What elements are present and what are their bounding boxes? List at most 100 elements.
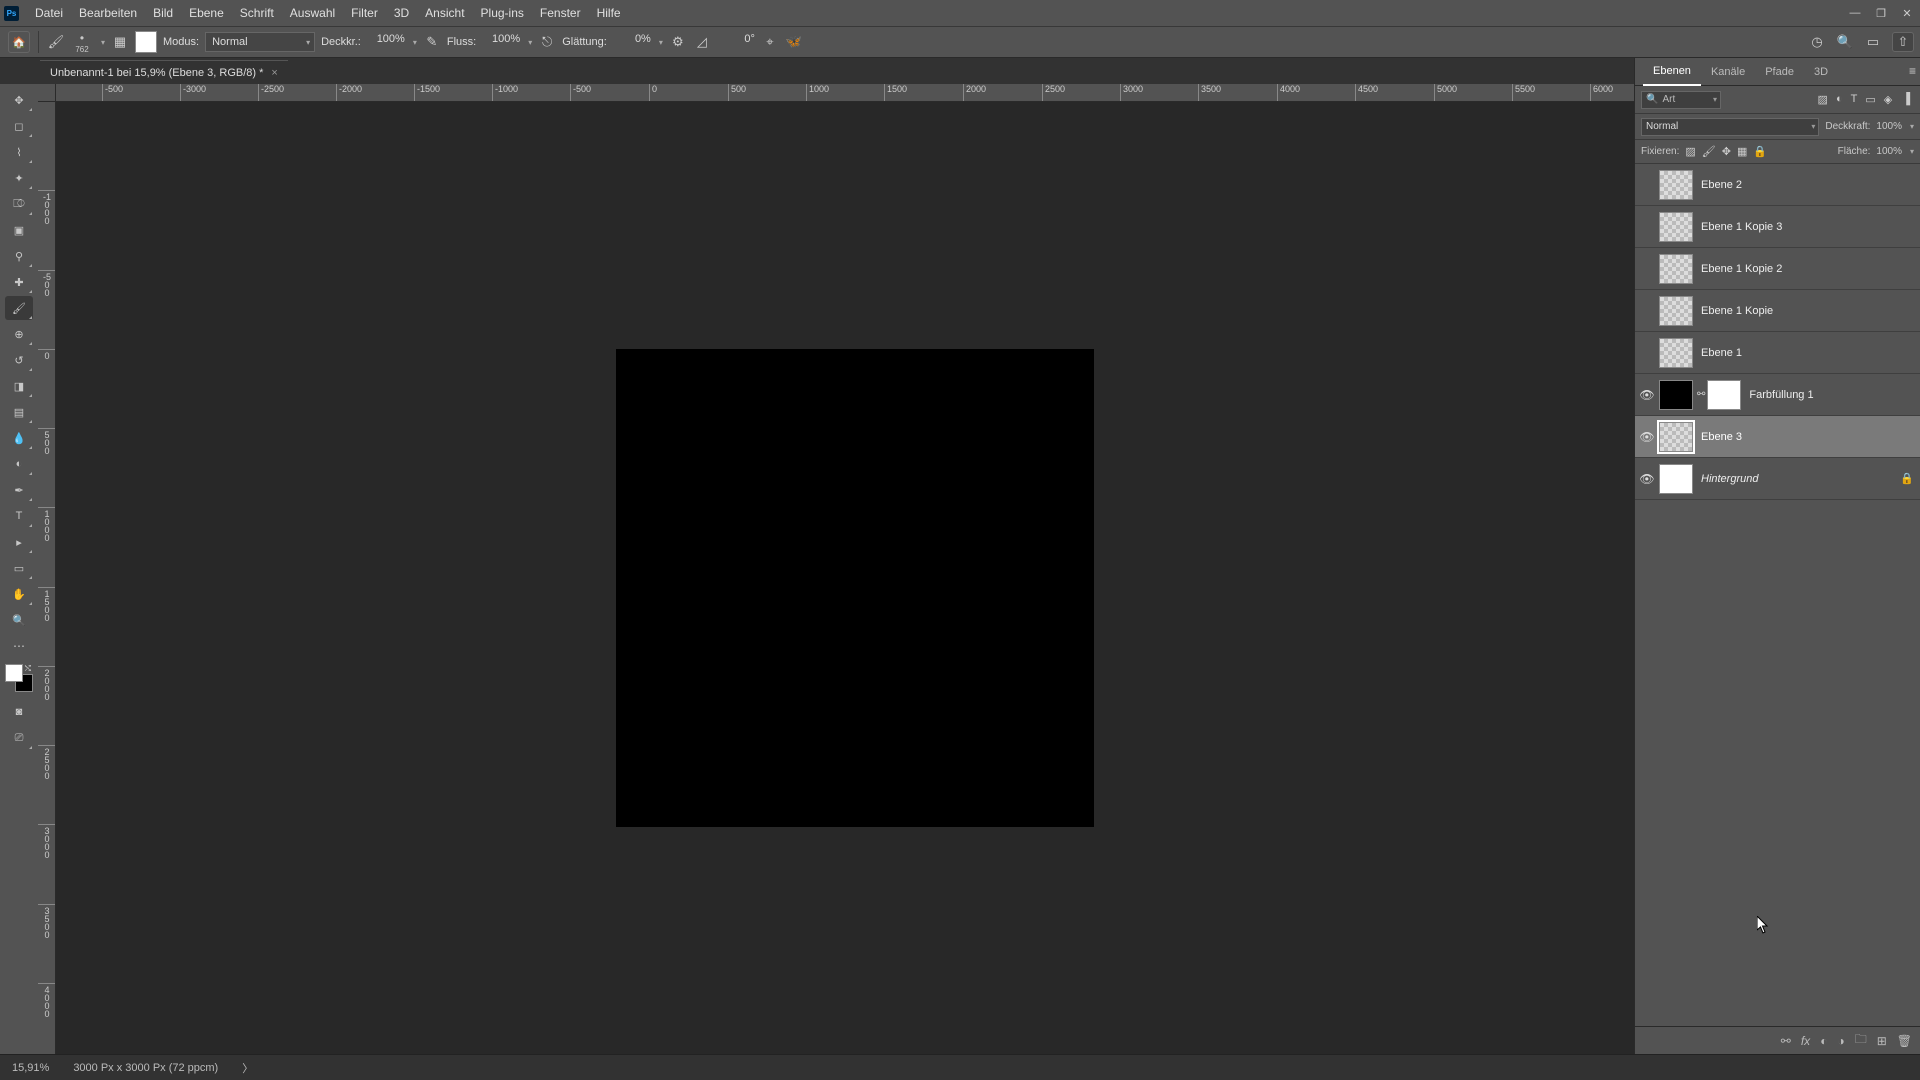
- blend-mode-select[interactable]: Normal: [205, 32, 315, 52]
- lasso-tool[interactable]: ⌇: [5, 140, 33, 164]
- document-tab[interactable]: Unbenannt-1 bei 15,9% (Ebene 3, RGB/8) *…: [40, 60, 288, 84]
- close-tab-button[interactable]: ×: [271, 67, 277, 79]
- cloud-docs-button[interactable]: ◷: [1808, 33, 1826, 51]
- layer-row[interactable]: 👁 ⚯ Farbfüllung 1: [1635, 374, 1920, 416]
- search-button[interactable]: 🔍: [1836, 33, 1854, 51]
- move-tool[interactable]: ✥: [5, 88, 33, 112]
- filter-toggle-icon[interactable]: ▌: [1906, 93, 1914, 106]
- layer-thumbnail[interactable]: [1659, 170, 1693, 200]
- menu-ansicht[interactable]: Ansicht: [417, 6, 472, 20]
- pen-tool[interactable]: ✒: [5, 478, 33, 502]
- color-swatch[interactable]: [135, 31, 157, 53]
- layer-name[interactable]: Hintergrund: [1701, 473, 1758, 485]
- layer-thumbnail[interactable]: [1659, 212, 1693, 242]
- layer-name[interactable]: Ebene 1 Kopie 3: [1701, 221, 1782, 233]
- marquee-tool[interactable]: ◻: [5, 114, 33, 138]
- window-close-button[interactable]: ✕: [1898, 4, 1916, 22]
- type-tool[interactable]: T: [5, 504, 33, 528]
- zoom-level[interactable]: 15,91%: [12, 1062, 49, 1074]
- layer-row[interactable]: Ebene 2: [1635, 164, 1920, 206]
- layer-name[interactable]: Ebene 1: [1701, 347, 1742, 359]
- window-restore-button[interactable]: ❐: [1872, 4, 1890, 22]
- layer-thumbnail[interactable]: [1659, 422, 1693, 452]
- foreground-color-swatch[interactable]: [5, 664, 23, 682]
- filter-text-icon[interactable]: T: [1851, 93, 1858, 106]
- pressure-opacity-button[interactable]: ✎: [423, 33, 441, 51]
- layer-row[interactable]: 👁 Ebene 3: [1635, 416, 1920, 458]
- smoothing-options-button[interactable]: ⚙: [669, 33, 687, 51]
- layer-opacity-value[interactable]: 100%: [1876, 121, 1902, 132]
- menu-filter[interactable]: Filter: [343, 6, 386, 20]
- layer-thumbnail[interactable]: [1659, 338, 1693, 368]
- layer-row[interactable]: Ebene 1: [1635, 332, 1920, 374]
- lock-position-button[interactable]: ✥: [1722, 145, 1731, 158]
- filter-shape-icon[interactable]: ▭: [1865, 93, 1875, 106]
- lock-pixels-button[interactable]: 🖌: [1702, 145, 1716, 158]
- home-button[interactable]: 🏠: [8, 31, 30, 53]
- flow-value[interactable]: 100%: [482, 33, 520, 51]
- smoothing-value[interactable]: 0%: [613, 33, 651, 51]
- new-group-button[interactable]: 🗀: [1855, 1030, 1867, 1051]
- hand-tool[interactable]: ✋: [5, 582, 33, 606]
- mask-link-icon[interactable]: ⚯: [1697, 389, 1705, 400]
- pressure-size-button[interactable]: ⌖: [761, 33, 779, 51]
- horizontal-ruler[interactable]: -500-3000-2500-2000-1500-1000-5000500100…: [56, 84, 1634, 102]
- dodge-tool[interactable]: ◐: [5, 452, 33, 476]
- window-minimize-button[interactable]: —: [1846, 4, 1864, 22]
- brush-tool[interactable]: 🖌: [5, 296, 33, 320]
- healing-tool[interactable]: ✚: [5, 270, 33, 294]
- menu-datei[interactable]: Datei: [27, 6, 71, 20]
- shape-tool[interactable]: ▭: [5, 556, 33, 580]
- layer-name[interactable]: Ebene 2: [1701, 179, 1742, 191]
- layer-thumbnail[interactable]: [1659, 296, 1693, 326]
- link-layers-button[interactable]: ⚯: [1781, 1034, 1791, 1048]
- add-mask-button[interactable]: ◐: [1820, 1034, 1827, 1048]
- lock-transparency-button[interactable]: ▨: [1685, 145, 1695, 158]
- layer-thumbnail[interactable]: [1659, 254, 1693, 284]
- chevron-down-icon[interactable]: ▾: [101, 38, 105, 47]
- layer-name[interactable]: Ebene 3: [1701, 431, 1742, 443]
- menu-3d[interactable]: 3D: [386, 6, 417, 20]
- layer-fx-button[interactable]: fx: [1801, 1034, 1810, 1048]
- airbrush-button[interactable]: ⎋: [538, 33, 556, 51]
- quick-select-tool[interactable]: ✦: [5, 166, 33, 190]
- layer-visibility-toggle[interactable]: 👁: [1635, 430, 1659, 444]
- vertical-ruler[interactable]: -1000-5000500100015002000250030003500400…: [38, 102, 56, 1054]
- layer-name[interactable]: Farbfüllung 1: [1749, 389, 1813, 401]
- opacity-value[interactable]: 100%: [367, 33, 405, 51]
- quick-mask-button[interactable]: ◙: [5, 700, 33, 724]
- share-button[interactable]: ⇧: [1892, 32, 1914, 52]
- layer-name[interactable]: Ebene 1 Kopie 2: [1701, 263, 1782, 275]
- frame-tool[interactable]: ▣: [5, 218, 33, 242]
- panel-tab-kanäle[interactable]: Kanäle: [1701, 58, 1755, 86]
- panel-tab-pfade[interactable]: Pfade: [1755, 58, 1804, 86]
- crop-tool[interactable]: ⎄: [5, 192, 33, 216]
- menu-bild[interactable]: Bild: [145, 6, 181, 20]
- symmetry-button[interactable]: 🦋: [785, 33, 803, 51]
- blur-tool[interactable]: 💧: [5, 426, 33, 450]
- panel-menu-button[interactable]: ≡: [1909, 64, 1916, 78]
- lock-all-button[interactable]: 🔒: [1753, 145, 1767, 158]
- filter-adjust-icon[interactable]: ◐: [1836, 93, 1843, 106]
- layer-visibility-toggle[interactable]: 👁: [1635, 388, 1659, 402]
- menu-fenster[interactable]: Fenster: [532, 6, 589, 20]
- status-flyout[interactable]: 〉: [242, 1060, 253, 1076]
- color-swatches[interactable]: ⤭: [5, 664, 33, 692]
- panel-tab-ebenen[interactable]: Ebenen: [1643, 58, 1701, 86]
- brush-preset-picker[interactable]: • 762: [71, 31, 93, 53]
- swap-colors-icon[interactable]: ⤭: [25, 664, 31, 674]
- menu-plug-ins[interactable]: Plug-ins: [473, 6, 532, 20]
- layer-name[interactable]: Ebene 1 Kopie: [1701, 305, 1773, 317]
- menu-hilfe[interactable]: Hilfe: [589, 6, 629, 20]
- zoom-tool[interactable]: 🔍: [5, 608, 33, 632]
- layer-filter-select[interactable]: 🔍 Art: [1641, 91, 1721, 109]
- eyedropper-tool[interactable]: ⚲: [5, 244, 33, 268]
- path-select-tool[interactable]: ▸: [5, 530, 33, 554]
- layer-row[interactable]: Ebene 1 Kopie 3: [1635, 206, 1920, 248]
- screen-mode-button[interactable]: ⎚: [5, 726, 33, 750]
- workspace-button[interactable]: ▭: [1864, 33, 1882, 51]
- new-adjustment-button[interactable]: ◑: [1837, 1034, 1844, 1048]
- lock-artboard-button[interactable]: ▦: [1737, 145, 1747, 158]
- gradient-tool[interactable]: ▤: [5, 400, 33, 424]
- menu-schrift[interactable]: Schrift: [232, 6, 282, 20]
